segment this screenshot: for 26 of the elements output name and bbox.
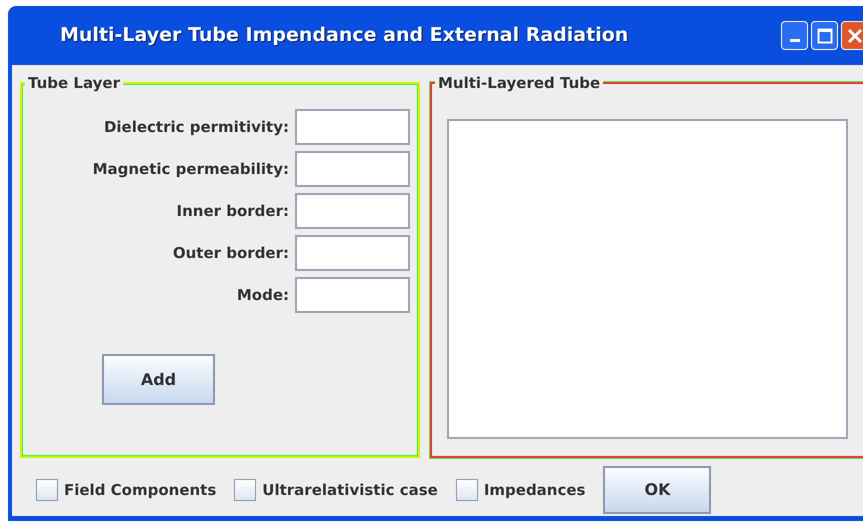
checkbox[interactable]: [36, 479, 58, 501]
layer-list[interactable]: [447, 119, 848, 439]
checkbox-label: Ultrarelativistic case: [262, 480, 438, 501]
input-field[interactable]: [295, 109, 410, 145]
field-label: Inner border:: [176, 200, 289, 222]
input-field[interactable]: [295, 193, 410, 229]
close-button[interactable]: [841, 21, 863, 50]
field-label: Mode:: [236, 284, 289, 306]
field-label: Dielectric permitivity:: [104, 116, 289, 138]
minimize-button[interactable]: [781, 21, 808, 50]
input-field[interactable]: [295, 235, 410, 271]
maximize-button[interactable]: [811, 21, 838, 50]
field-label: Outer border:: [172, 242, 289, 264]
checkbox[interactable]: [456, 479, 478, 501]
window-title: Multi-Layer Tube Impendance and External Radiation: [60, 23, 628, 48]
close-icon: [846, 28, 862, 44]
checkbox-label: Field Components: [64, 480, 216, 501]
maximize-icon: [816, 28, 832, 44]
field-label: Magnetic permeability:: [92, 158, 289, 180]
checkbox-label: Impedances: [484, 480, 586, 501]
ok-button[interactable]: OK: [603, 466, 712, 514]
add-button[interactable]: Add: [102, 354, 215, 405]
minimize-icon: [790, 39, 800, 42]
checkbox[interactable]: [234, 479, 256, 501]
input-field[interactable]: [295, 277, 410, 313]
input-field[interactable]: [295, 151, 410, 187]
